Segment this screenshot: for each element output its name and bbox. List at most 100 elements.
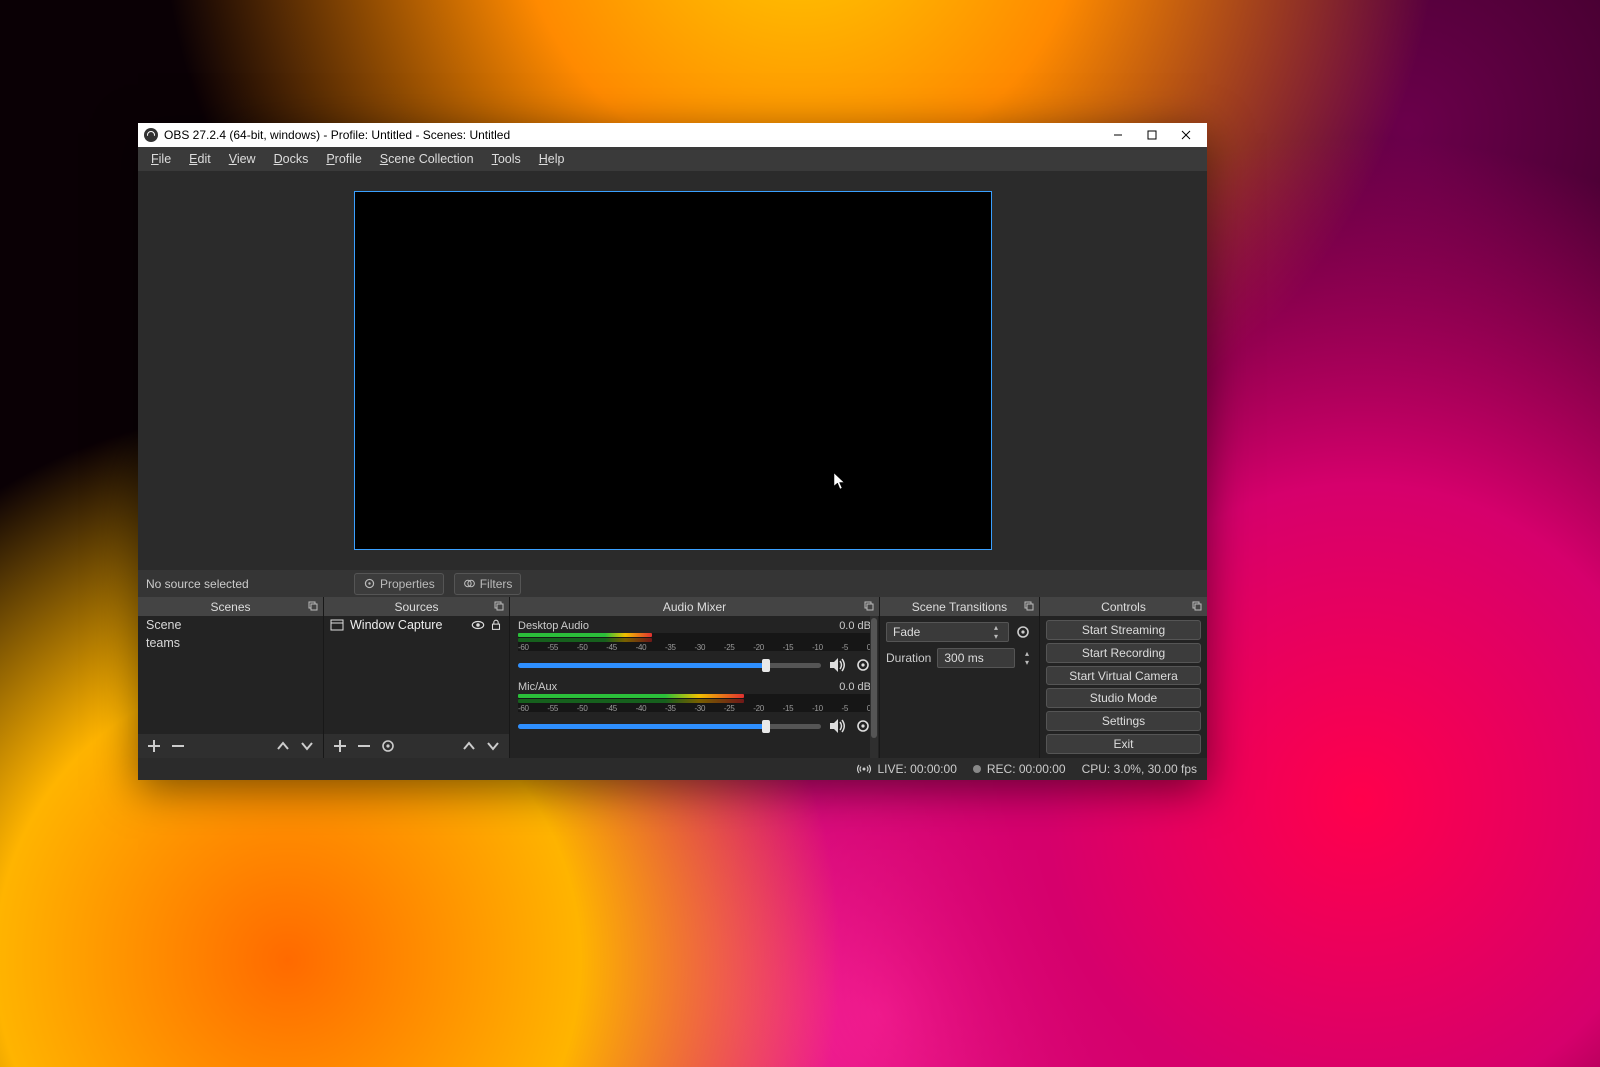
- sources-toolbar: [324, 734, 509, 758]
- scenes-list[interactable]: Sceneteams: [138, 616, 323, 734]
- obs-app-icon: [144, 128, 158, 142]
- mixer-body: Desktop Audio0.0 dB-60-55-50-45-40-35-30…: [510, 616, 879, 758]
- add-source-button[interactable]: [330, 736, 350, 756]
- minimize-button[interactable]: [1101, 123, 1135, 147]
- channel-level: 0.0 dB: [839, 620, 871, 632]
- transitions-body: Fade ▴▾ Duration 300 ms ▴▾: [880, 616, 1039, 758]
- undock-icon[interactable]: [307, 600, 319, 612]
- volume-slider[interactable]: [518, 724, 821, 729]
- controls-title: Controls: [1101, 600, 1146, 614]
- duration-input[interactable]: 300 ms: [937, 648, 1015, 668]
- volume-meter: -60-55-50-45-40-35-30-25-20-15-10-50: [518, 633, 871, 651]
- transition-selected-label: Fade: [893, 625, 920, 639]
- preview-area: [138, 171, 1207, 570]
- cpu-status: CPU: 3.0%, 30.00 fps: [1082, 762, 1197, 776]
- studio-mode-button[interactable]: Studio Mode: [1046, 688, 1201, 708]
- no-source-label: No source selected: [144, 577, 344, 591]
- source-settings-button[interactable]: [378, 736, 398, 756]
- duration-label: Duration: [886, 651, 931, 665]
- move-scene-up-button[interactable]: [273, 736, 293, 756]
- undock-icon[interactable]: [1023, 600, 1035, 612]
- chevron-updown-icon: ▴▾: [990, 623, 1002, 641]
- filters-button[interactable]: Filters: [454, 573, 522, 595]
- channel-level: 0.0 dB: [839, 681, 871, 693]
- transition-select[interactable]: Fade ▴▾: [886, 622, 1009, 642]
- add-scene-button[interactable]: [144, 736, 164, 756]
- mixer-channel: Mic/Aux 0.0 dB-60-55-50-45-40-35-30-25-20…: [518, 681, 871, 734]
- start-streaming-button[interactable]: Start Streaming: [1046, 620, 1201, 640]
- filters-icon: [463, 577, 476, 590]
- start-virtual-camera-button[interactable]: Start Virtual Camera: [1046, 666, 1201, 686]
- mixer-channel: Desktop Audio0.0 dB-60-55-50-45-40-35-30…: [518, 620, 871, 673]
- controls-header: Controls: [1040, 597, 1207, 616]
- status-bar: LIVE: 00:00:00 REC: 00:00:00 CPU: 3.0%, …: [138, 758, 1207, 780]
- record-dot-icon: [973, 765, 981, 773]
- duration-value: 300 ms: [944, 651, 983, 665]
- undock-icon[interactable]: [493, 600, 505, 612]
- gear-icon[interactable]: [855, 718, 871, 734]
- window-icon: [330, 618, 344, 632]
- source-info-bar: No source selected Properties Filters: [138, 570, 1207, 597]
- scenes-dock: Scenes Sceneteams: [138, 597, 324, 758]
- menu-view[interactable]: View: [220, 149, 265, 169]
- properties-label: Properties: [380, 577, 435, 591]
- live-text: LIVE: 00:00:00: [877, 762, 956, 776]
- audio-mixer-dock: Audio Mixer Desktop Audio0.0 dB-60-55-50…: [510, 597, 880, 758]
- eye-icon[interactable]: [471, 618, 485, 632]
- move-source-down-button[interactable]: [483, 736, 503, 756]
- settings-button[interactable]: Settings: [1046, 711, 1201, 731]
- sources-title: Sources: [394, 600, 438, 614]
- menubar: FileEditViewDocksProfileScene Collection…: [138, 147, 1207, 171]
- maximize-button[interactable]: [1135, 123, 1169, 147]
- exit-button[interactable]: Exit: [1046, 734, 1201, 754]
- move-source-up-button[interactable]: [459, 736, 479, 756]
- transition-settings-button[interactable]: [1013, 622, 1033, 642]
- move-scene-down-button[interactable]: [297, 736, 317, 756]
- channel-name: Mic/Aux: [518, 681, 557, 693]
- sources-dock: Sources Window Capture: [324, 597, 510, 758]
- volume-slider[interactable]: [518, 663, 821, 668]
- rec-text: REC: 00:00:00: [987, 762, 1066, 776]
- lock-icon[interactable]: [489, 618, 503, 632]
- live-status: LIVE: 00:00:00: [857, 762, 956, 776]
- menu-profile[interactable]: Profile: [317, 149, 370, 169]
- speaker-icon[interactable]: [829, 718, 847, 734]
- spin-updown-icon[interactable]: ▴▾: [1021, 649, 1033, 667]
- source-name: Window Capture: [350, 618, 442, 632]
- transitions-dock: Scene Transitions Fade ▴▾ Duration 300 m…: [880, 597, 1040, 758]
- menu-tools[interactable]: Tools: [483, 149, 530, 169]
- start-recording-button[interactable]: Start Recording: [1046, 643, 1201, 663]
- volume-meter: -60-55-50-45-40-35-30-25-20-15-10-50: [518, 694, 871, 712]
- menu-file[interactable]: File: [142, 149, 180, 169]
- gear-icon[interactable]: [855, 657, 871, 673]
- mixer-scrollbar[interactable]: [870, 616, 878, 758]
- rec-status: REC: 00:00:00: [973, 762, 1066, 776]
- menu-docks[interactable]: Docks: [265, 149, 318, 169]
- properties-button[interactable]: Properties: [354, 573, 444, 595]
- scenes-toolbar: [138, 734, 323, 758]
- menu-edit[interactable]: Edit: [180, 149, 220, 169]
- sources-list[interactable]: Window Capture: [324, 616, 509, 734]
- source-item[interactable]: Window Capture: [324, 616, 509, 634]
- undock-icon[interactable]: [863, 600, 875, 612]
- menu-help[interactable]: Help: [530, 149, 574, 169]
- close-button[interactable]: [1169, 123, 1203, 147]
- mixer-header: Audio Mixer: [510, 597, 879, 616]
- remove-scene-button[interactable]: [168, 736, 188, 756]
- transitions-title: Scene Transitions: [912, 600, 1007, 614]
- speaker-icon[interactable]: [829, 657, 847, 673]
- remove-source-button[interactable]: [354, 736, 374, 756]
- transitions-header: Scene Transitions: [880, 597, 1039, 616]
- dock-strip: Scenes Sceneteams Sources Window Capture: [138, 597, 1207, 758]
- menu-scene-collection[interactable]: Scene Collection: [371, 149, 483, 169]
- undock-icon[interactable]: [1191, 600, 1203, 612]
- preview-canvas[interactable]: [354, 191, 992, 550]
- cursor-icon: [833, 472, 847, 493]
- scene-item[interactable]: teams: [138, 634, 323, 652]
- broadcast-icon: [857, 763, 871, 775]
- controls-body: Start Streaming Start Recording Start Virt…: [1040, 616, 1207, 758]
- scene-item[interactable]: Scene: [138, 616, 323, 634]
- gear-icon: [363, 577, 376, 590]
- scenes-title: Scenes: [210, 600, 250, 614]
- obs-window: OBS 27.2.4 (64-bit, windows) - Profile: …: [138, 123, 1207, 780]
